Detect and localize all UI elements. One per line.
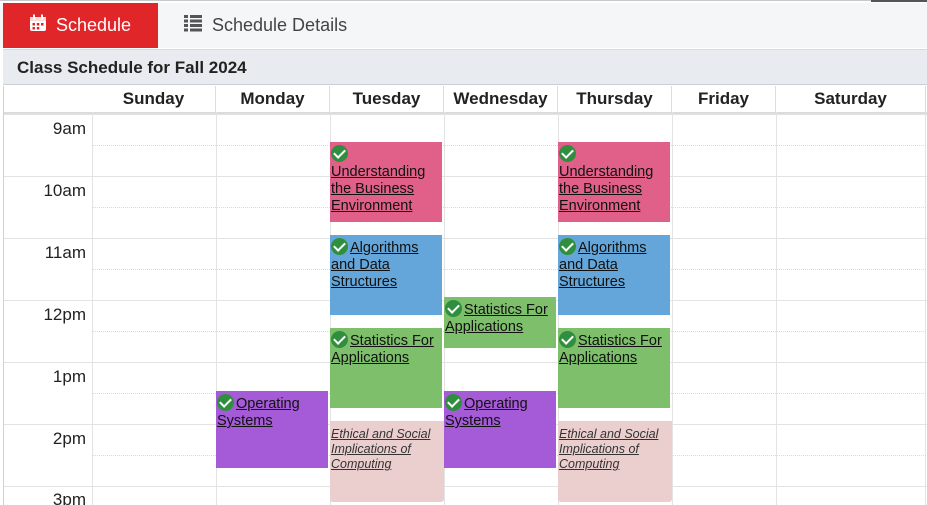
time-label: 12pm <box>43 305 86 324</box>
event-operating-systems-monday[interactable]: Operating Systems <box>216 391 328 468</box>
time-label: 11am <box>44 243 86 262</box>
time-label: 9am <box>52 119 86 138</box>
check-circle-icon <box>331 331 348 348</box>
column-divider <box>92 112 93 505</box>
day-header-tuesday: Tuesday <box>330 86 444 112</box>
event-business-thursday[interactable]: Understanding the Business Environment <box>558 142 670 222</box>
check-circle-icon <box>445 300 462 317</box>
time-label: 10am <box>43 181 86 200</box>
event-business-tuesday[interactable]: Understanding the Business Environment <box>330 142 442 222</box>
page-title: Class Schedule for Fall 2024 <box>17 58 247 77</box>
event-algorithms-thursday[interactable]: Algorithms and Data Structures <box>558 235 670 315</box>
row-divider <box>4 114 927 115</box>
half-hour-divider <box>92 145 927 146</box>
event-title: Understanding the Business Environment <box>331 164 426 214</box>
schedule-title-bar: Class Schedule for Fall 2024 <box>3 49 927 85</box>
list-icon <box>184 14 202 37</box>
day-header-friday: Friday <box>672 86 776 112</box>
half-hour-divider <box>92 269 927 270</box>
event-title: Ethical and Social Implications of Compu… <box>331 427 431 471</box>
check-circle-icon <box>559 145 576 162</box>
event-ethics-thursday[interactable]: Ethical and Social Implications of Compu… <box>558 421 672 502</box>
time-label: 2pm <box>52 429 86 448</box>
top-border-accent <box>871 0 927 2</box>
day-header-sunday: Sunday <box>92 86 216 112</box>
event-operating-systems-wednesday[interactable]: Operating Systems <box>444 391 556 468</box>
event-statistics-wednesday[interactable]: Statistics For Applications <box>444 297 556 348</box>
time-label: 3pm <box>52 490 86 505</box>
check-circle-icon <box>445 394 462 411</box>
day-header-wednesday: Wednesday <box>444 86 558 112</box>
event-ethics-tuesday[interactable]: Ethical and Social Implications of Compu… <box>330 421 444 502</box>
tab-bar: Schedule Schedule Details <box>0 3 927 48</box>
time-label: 1pm <box>52 367 86 386</box>
row-divider <box>4 486 927 487</box>
event-title: Ethical and Social Implications of Compu… <box>559 427 659 471</box>
check-circle-icon <box>559 238 576 255</box>
check-circle-icon <box>331 145 348 162</box>
column-divider <box>925 112 926 505</box>
row-divider <box>4 176 927 177</box>
tab-schedule-details[interactable]: Schedule Details <box>184 3 347 48</box>
tab-schedule[interactable]: Schedule <box>3 3 158 48</box>
check-circle-icon <box>217 394 234 411</box>
column-divider <box>672 112 673 505</box>
day-header-monday: Monday <box>216 86 330 112</box>
tab-schedule-label: Schedule <box>56 15 132 35</box>
day-header-thursday: Thursday <box>558 86 672 112</box>
row-divider <box>4 362 927 363</box>
event-statistics-thursday[interactable]: Statistics For Applications <box>558 328 670 408</box>
event-algorithms-tuesday[interactable]: Algorithms and Data Structures <box>330 235 442 315</box>
check-circle-icon <box>331 238 348 255</box>
event-statistics-tuesday[interactable]: Statistics For Applications <box>330 328 442 408</box>
half-hour-divider <box>92 207 927 208</box>
tab-schedule-details-label: Schedule Details <box>212 15 348 35</box>
calendar-icon <box>29 14 47 37</box>
row-divider <box>4 238 927 239</box>
column-divider <box>776 112 777 505</box>
schedule-grid: Sunday Monday Tuesday Wednesday Thursday… <box>3 86 927 505</box>
check-circle-icon <box>559 331 576 348</box>
event-title: Understanding the Business Environment <box>559 164 654 214</box>
day-header-saturday: Saturday <box>776 86 926 112</box>
